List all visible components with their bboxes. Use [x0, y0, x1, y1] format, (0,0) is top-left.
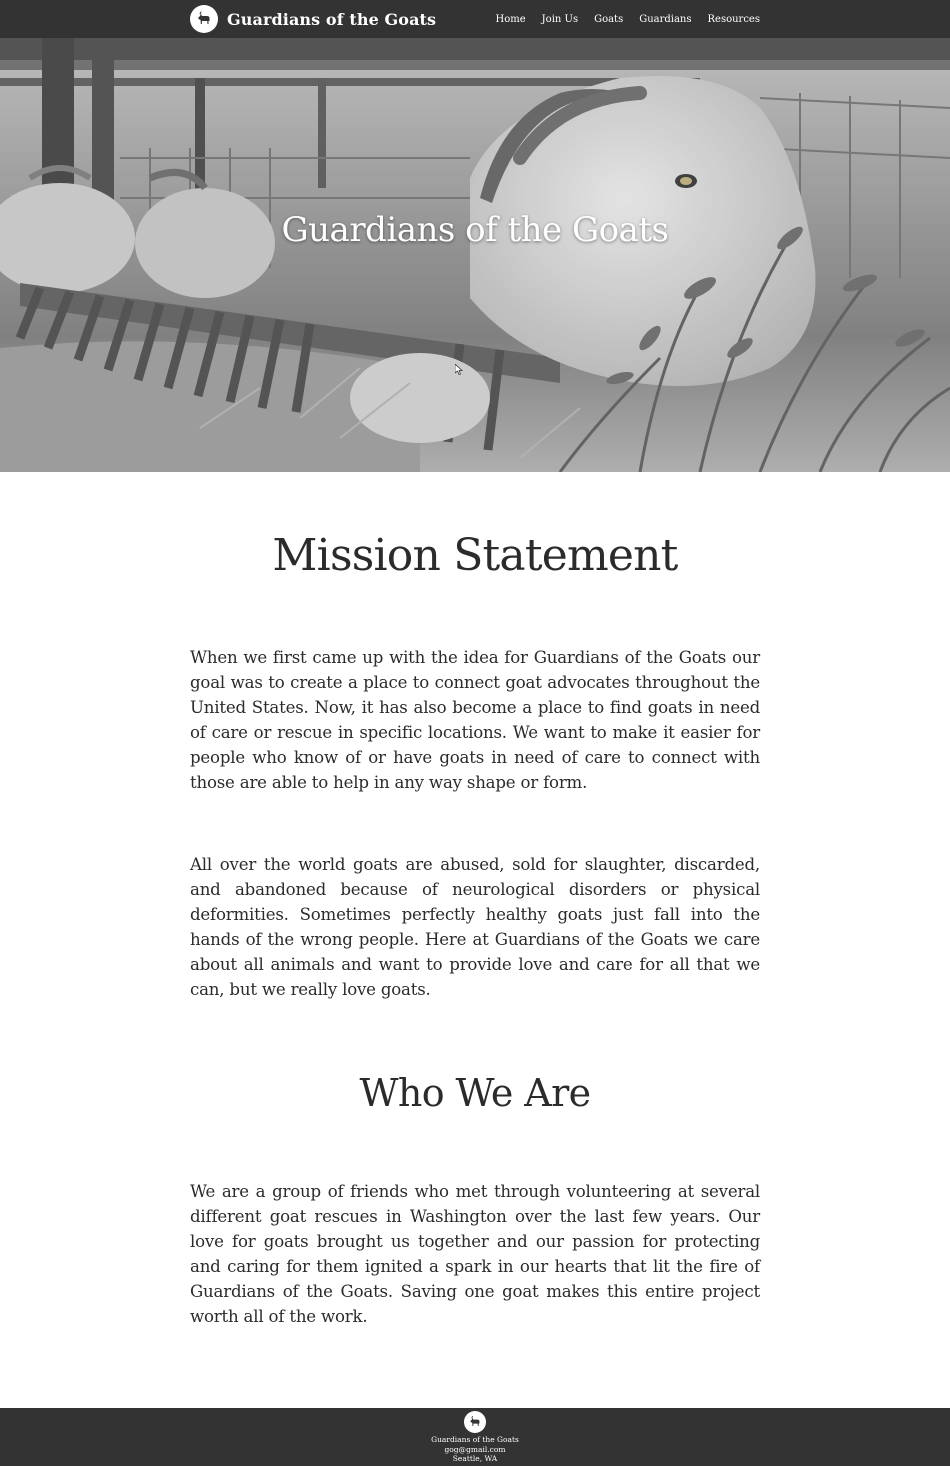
mission-paragraph-2: All over the world goats are abused, sol… — [190, 855, 760, 999]
goat-logo-icon — [190, 5, 218, 33]
nav-link-goats[interactable]: Goats — [594, 14, 623, 25]
footer-contact: Guardians of the Goats gog@gmail.com Sea… — [0, 1435, 950, 1464]
hero-goat-photo — [0, 38, 950, 472]
footer-email[interactable]: gog@gmail.com — [0, 1445, 950, 1455]
who-we-are-heading: Who We Are — [359, 1071, 591, 1115]
footer-location: Seattle, WA — [452, 1454, 498, 1463]
hero-title: Guardians of the Goats — [281, 210, 669, 250]
who-we-are-paragraph: We are a group of friends who met throug… — [190, 1182, 760, 1326]
mission-paragraph-1: When we first came up with the idea for … — [190, 648, 760, 792]
goat-logo-icon — [464, 1411, 486, 1433]
hero-banner: Guardians of the Goats — [0, 38, 950, 472]
mouse-cursor-icon — [455, 364, 463, 375]
nav-links: Home Join Us Goats Guardians Resources — [496, 0, 760, 38]
nav-link-join-us[interactable]: Join Us — [542, 14, 578, 25]
brand-home-link[interactable]: Guardians of the Goats — [190, 4, 436, 34]
top-nav: Guardians of the Goats Home Join Us Goat… — [0, 0, 950, 38]
nav-link-home[interactable]: Home — [496, 14, 526, 25]
nav-link-guardians[interactable]: Guardians — [639, 14, 691, 25]
site-footer: Guardians of the Goats gog@gmail.com Sea… — [0, 1408, 950, 1466]
footer-name: Guardians of the Goats — [431, 1435, 519, 1444]
brand-name: Guardians of the Goats — [227, 9, 437, 29]
mission-heading: Mission Statement — [272, 530, 678, 581]
nav-link-resources[interactable]: Resources — [708, 14, 760, 25]
